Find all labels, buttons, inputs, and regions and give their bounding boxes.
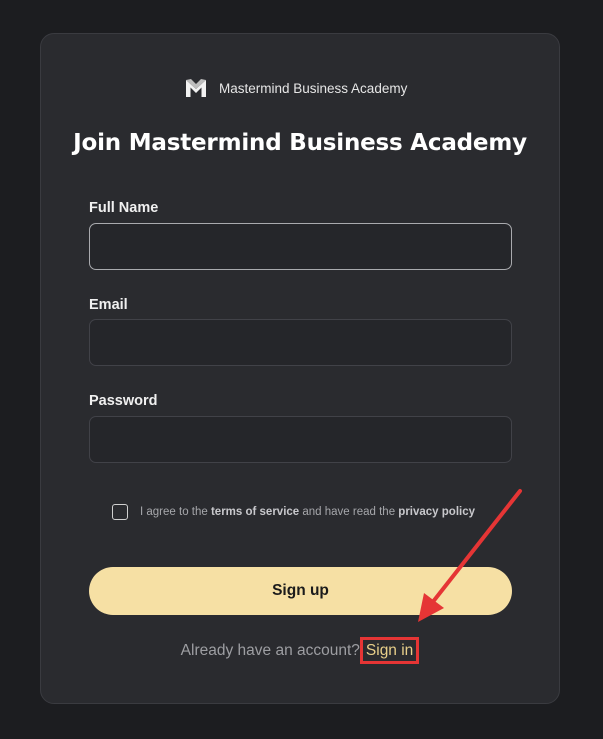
agreement-middle: and have read the (299, 506, 399, 518)
email-label: Email (89, 297, 128, 313)
agreement-prefix: I agree to the (140, 506, 211, 518)
email-input[interactable] (89, 319, 512, 366)
sign-in-link[interactable]: Sign in (359, 637, 420, 664)
agreement-text: I agree to the terms of service and have… (140, 506, 475, 518)
privacy-policy-link[interactable]: privacy policy (398, 506, 475, 518)
full-name-input[interactable] (89, 223, 512, 270)
password-input[interactable] (89, 416, 512, 463)
terms-of-service-link[interactable]: terms of service (211, 506, 299, 518)
agreement-row: I agree to the terms of service and have… (112, 504, 475, 520)
signup-card: Mastermind Business Academy Join Masterm… (40, 33, 560, 704)
account-prompt: Already have an account? (180, 642, 360, 659)
full-name-label: Full Name (89, 200, 159, 216)
brand-name: Mastermind Business Academy (219, 80, 408, 96)
m-monogram-logo-icon (186, 79, 206, 97)
brand-header: Mastermind Business Academy (185, 78, 407, 98)
page-title: Join Mastermind Business Academy (73, 130, 527, 156)
agree-checkbox[interactable] (112, 504, 128, 520)
signin-footer: Already have an account? Sign in (41, 637, 559, 664)
password-label: Password (89, 393, 158, 409)
sign-up-button[interactable]: Sign up (89, 567, 512, 615)
